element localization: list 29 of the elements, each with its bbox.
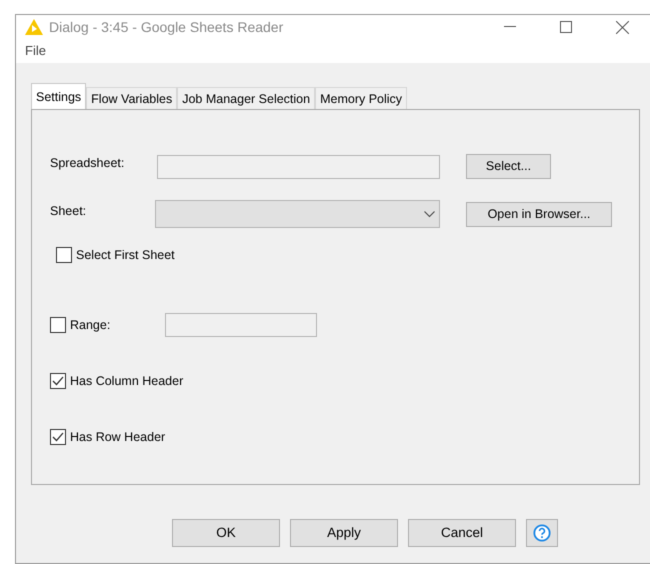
tab[interactable]: Flow Variables bbox=[86, 87, 178, 109]
checkbox-label: Has Row Header bbox=[70, 428, 166, 446]
checkbox-label: Select First Sheet bbox=[76, 246, 175, 264]
select-button[interactable]: Select... bbox=[466, 154, 551, 179]
tab[interactable]: Memory Policy bbox=[315, 87, 408, 109]
checkbox[interactable] bbox=[50, 373, 66, 389]
tab[interactable]: Settings bbox=[31, 83, 86, 109]
maximize-icon[interactable] bbox=[560, 21, 572, 33]
help-icon bbox=[533, 523, 551, 543]
help-button[interactable] bbox=[526, 519, 558, 547]
range-field[interactable] bbox=[165, 313, 317, 337]
dialog-button[interactable]: OK bbox=[172, 519, 280, 547]
checkbox[interactable] bbox=[56, 247, 72, 263]
checkbox[interactable] bbox=[50, 429, 66, 445]
minimize-icon[interactable] bbox=[504, 26, 516, 28]
chevron-down-icon bbox=[424, 210, 435, 218]
checkbox-label: Has Column Header bbox=[70, 372, 184, 390]
checkbox[interactable] bbox=[50, 317, 66, 333]
app-logo-icon bbox=[25, 19, 43, 35]
dialog-button[interactable]: Apply bbox=[290, 519, 398, 547]
tab[interactable]: Job Manager Selection bbox=[177, 87, 316, 109]
close-icon[interactable] bbox=[616, 20, 628, 34]
window-title: Dialog - 3:45 - Google Sheets Reader bbox=[49, 18, 284, 37]
field-label: Sheet: bbox=[50, 202, 88, 220]
checkbox-label: Range: bbox=[70, 316, 112, 334]
field-label: Spreadsheet: bbox=[50, 155, 126, 172]
dialog-button[interactable]: Cancel bbox=[408, 519, 516, 547]
menu-item[interactable]: File bbox=[25, 41, 46, 61]
text-field[interactable] bbox=[157, 154, 440, 178]
